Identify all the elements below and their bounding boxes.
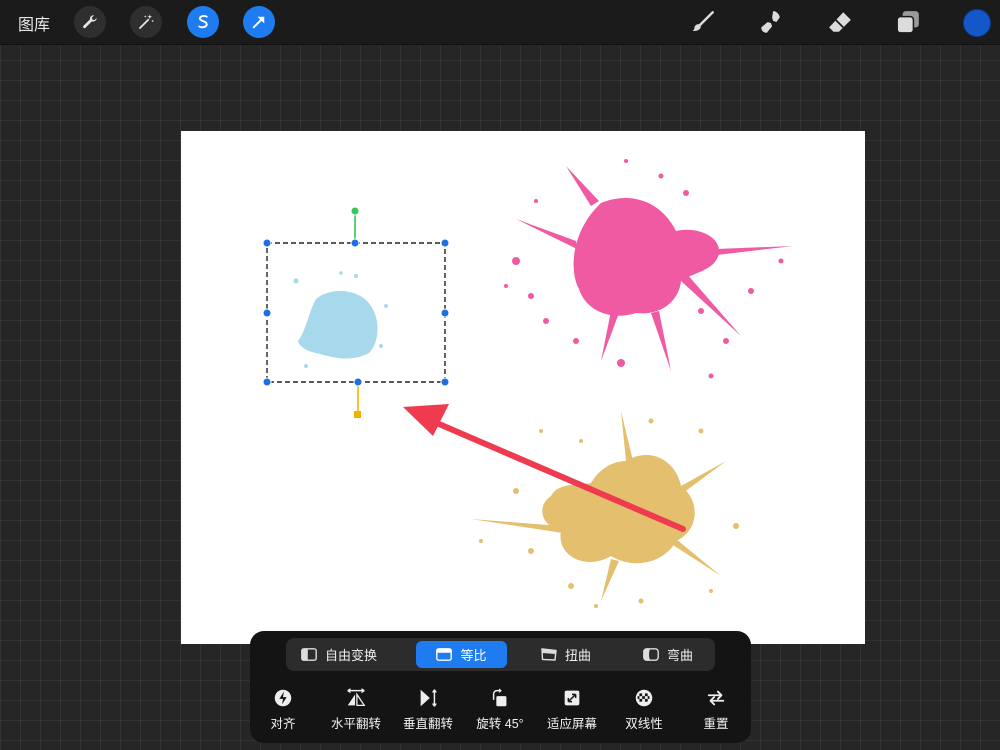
- pink-splash: [504, 159, 793, 379]
- eraser-icon: [829, 12, 851, 32]
- flip-horizontal-button[interactable]: 水平翻转: [320, 687, 392, 732]
- mode-distort[interactable]: 扭曲: [526, 641, 606, 668]
- selection-button[interactable]: [187, 6, 219, 38]
- gallery-button[interactable]: 图库: [18, 11, 50, 35]
- mode-label: 扭曲: [564, 648, 591, 663]
- brush-icon: [692, 11, 714, 31]
- magnet-icon: [274, 689, 292, 707]
- action-label: 适应屏幕: [546, 717, 597, 731]
- rotate-45-button[interactable]: 旋转 45°: [464, 687, 536, 732]
- rotate-icon: [492, 688, 507, 707]
- reset-button[interactable]: 重置: [680, 687, 752, 732]
- flip-vertical-icon: [420, 689, 437, 707]
- layers-icon: [896, 11, 919, 34]
- mode-label: 自由变换: [324, 648, 377, 663]
- transform-mode-selector: 自由变换 等比 扭曲 弯曲: [286, 638, 715, 671]
- eraser-tool[interactable]: [825, 8, 855, 36]
- action-label: 重置: [703, 717, 729, 731]
- action-label: 垂直翻转: [402, 717, 453, 731]
- action-label: 旋转 45°: [476, 717, 524, 731]
- transform-arrow-icon: [252, 16, 265, 29]
- smudge-tool[interactable]: [756, 8, 786, 36]
- mode-uniform[interactable]: 等比: [416, 641, 507, 668]
- color-picker-swatch[interactable]: [963, 9, 991, 37]
- top-toolbar: 图库: [0, 0, 1000, 45]
- uniform-icon: [436, 648, 453, 661]
- brush-tool[interactable]: [688, 8, 718, 36]
- selection-s-icon: [198, 15, 208, 29]
- bilinear-button[interactable]: 双线性: [608, 687, 680, 732]
- reset-icon: [707, 690, 725, 706]
- action-label: 双线性: [625, 717, 663, 731]
- bilinear-icon: [635, 689, 653, 707]
- mode-label: 等比: [460, 648, 487, 663]
- drawing-canvas[interactable]: [181, 131, 865, 644]
- flip-horizontal-icon: [347, 688, 366, 706]
- action-label: 水平翻转: [330, 717, 381, 731]
- mode-warp[interactable]: 弯曲: [628, 641, 708, 668]
- flip-vertical-button[interactable]: 垂直翻转: [392, 687, 464, 732]
- transform-actions: 对齐 水平翻转 垂直翻转 旋转 45° 适应屏幕 双线性 重置: [250, 687, 751, 737]
- adjustments-button[interactable]: [130, 6, 162, 38]
- yellow-splash: [471, 411, 739, 608]
- actions-button[interactable]: [74, 6, 106, 38]
- smudge-icon: [761, 11, 780, 33]
- transform-panel: 自由变换 等比 扭曲 弯曲 对齐 水平翻转 垂直翻转 旋转 45° 适应屏幕 双…: [250, 631, 751, 743]
- warp-icon: [643, 648, 659, 661]
- layers-tool[interactable]: [893, 8, 923, 36]
- magic-wand-icon: [139, 14, 155, 29]
- mode-freeform[interactable]: 自由变换: [290, 641, 388, 668]
- canvas-artwork: [262, 159, 793, 608]
- mode-label: 弯曲: [666, 648, 693, 663]
- transform-button[interactable]: [243, 6, 275, 38]
- blue-splash: [293, 271, 388, 368]
- freeform-icon: [301, 648, 317, 661]
- action-label: 对齐: [270, 717, 296, 731]
- wrench-icon: [83, 15, 97, 29]
- distort-icon: [541, 648, 557, 661]
- fit-to-screen-button[interactable]: 适应屏幕: [536, 687, 608, 732]
- snapping-button[interactable]: 对齐: [247, 687, 319, 732]
- fit-screen-icon: [564, 690, 580, 706]
